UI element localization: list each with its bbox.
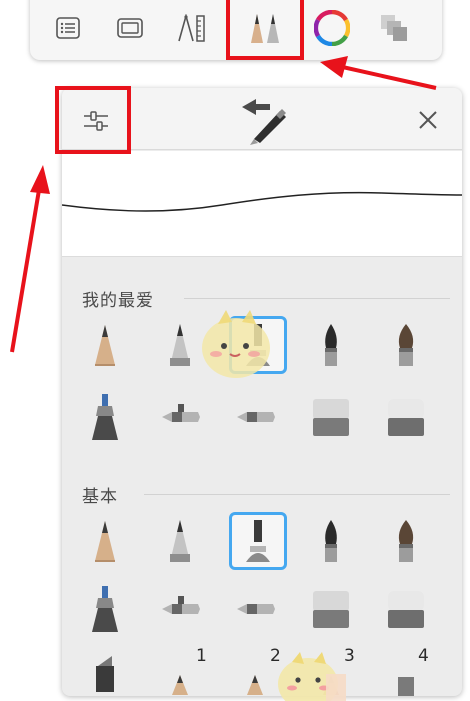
fav-pencil-brush[interactable] <box>76 316 134 374</box>
fav-eraser-2-brush-icon <box>388 399 424 436</box>
basic-brown-brush-brush-icon <box>398 520 414 562</box>
fav-brown-brush-brush-icon <box>398 324 414 366</box>
basic-airbrush-2-brush-icon <box>237 604 275 614</box>
basic-eraser-2-brush-icon <box>388 591 424 628</box>
fav-eraser-1-brush-icon <box>313 399 349 436</box>
mascot-watermark-2 <box>278 652 346 701</box>
fav-brown-brush-brush[interactable] <box>377 316 435 374</box>
stroke-preview <box>62 151 462 257</box>
size-label-4: 4 <box>418 646 429 666</box>
arrow-to-settings <box>10 183 42 353</box>
basic-marker-brush[interactable] <box>76 580 134 638</box>
basic-silver-pen-brush-icon <box>170 520 190 562</box>
close-icon[interactable] <box>408 100 448 140</box>
layers-copy-icon[interactable] <box>368 0 420 56</box>
fav-silver-pen-brush-icon <box>170 324 190 366</box>
basic-ink-pen-brush[interactable] <box>229 512 287 570</box>
basic-black-brush-brush[interactable] <box>302 512 360 570</box>
basic-title: 基本 <box>82 487 118 507</box>
basic-eraser-1-brush[interactable] <box>302 580 360 638</box>
favorites-divider <box>184 298 450 299</box>
basic-divider <box>144 494 450 495</box>
basic-small-4-brush-icon <box>398 677 414 696</box>
fav-airbrush-1-brush-icon <box>162 404 200 422</box>
fav-black-brush-brush-icon <box>325 324 337 366</box>
basic-brown-brush-brush[interactable] <box>377 512 435 570</box>
size-label-1: 1 <box>196 646 207 666</box>
basic-eraser-1-brush-icon <box>313 591 349 628</box>
fav-airbrush-1-brush[interactable] <box>151 388 209 446</box>
basic-airbrush-1-brush-icon <box>162 596 200 614</box>
basic-black-brush-brush-icon <box>325 520 337 562</box>
basic-pencil-brush-icon <box>95 521 115 562</box>
brushes-icon[interactable] <box>226 0 304 60</box>
fav-black-brush-brush[interactable] <box>302 316 360 374</box>
canvas-frame-icon[interactable] <box>104 0 156 56</box>
favorites-title: 我的最爱 <box>82 291 154 311</box>
settings-highlight-box <box>55 86 131 154</box>
brush-library-panel: 我的最爱 基本 1 2 3 4 <box>62 88 462 696</box>
arrowhead-settings <box>30 165 50 194</box>
basic-ink-pen-brush-icon <box>246 520 270 562</box>
list-icon[interactable] <box>42 0 94 56</box>
basic-silver-pen-brush[interactable] <box>151 512 209 570</box>
fav-pencil-brush-icon <box>95 325 115 366</box>
arrow-to-brushes <box>337 64 437 90</box>
fav-eraser-2-brush[interactable] <box>377 388 435 446</box>
fav-eraser-1-brush[interactable] <box>302 388 360 446</box>
basic-chisel-brush[interactable] <box>76 644 134 696</box>
basic-small-1-brush-icon <box>172 675 188 695</box>
color-wheel-icon[interactable] <box>306 0 358 56</box>
fav-marker-brush[interactable] <box>76 388 134 446</box>
stroke-preview-line <box>62 191 462 212</box>
basic-small-2-brush-icon <box>247 675 263 695</box>
fav-airbrush-2-brush[interactable] <box>226 388 284 446</box>
ruler-compass-icon[interactable] <box>166 0 218 56</box>
mascot-watermark-1 <box>202 310 270 378</box>
basic-airbrush-2-brush[interactable] <box>226 580 284 638</box>
fav-airbrush-2-brush-icon <box>237 412 275 422</box>
top-toolbar <box>30 0 442 60</box>
basic-eraser-2-brush[interactable] <box>377 580 435 638</box>
swap-brush-icon[interactable] <box>228 92 298 148</box>
fav-marker-brush-icon <box>92 394 118 440</box>
basic-chisel-brush-icon <box>96 656 114 692</box>
basic-airbrush-1-brush[interactable] <box>151 580 209 638</box>
basic-pencil-brush[interactable] <box>76 512 134 570</box>
basic-marker-brush-icon <box>92 586 118 632</box>
